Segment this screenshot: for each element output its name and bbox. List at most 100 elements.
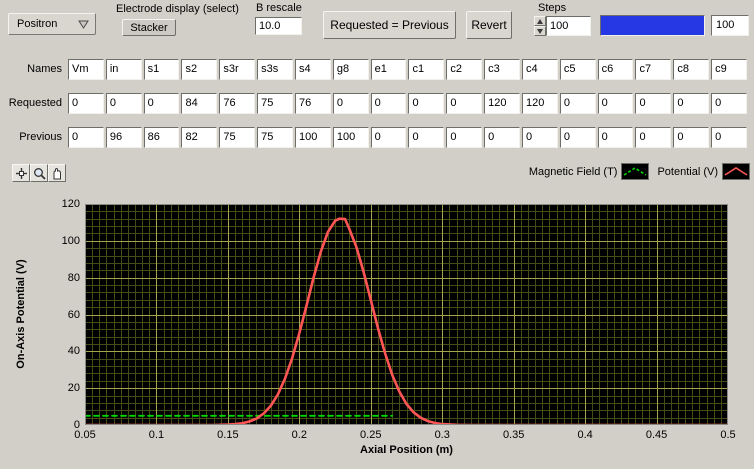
previous-cell: 0 <box>560 127 596 148</box>
previous-cell: 0 <box>446 127 482 148</box>
dropdown-arrow-icon <box>78 20 89 29</box>
plot-area[interactable] <box>85 204 728 425</box>
y-axis-title: On-Axis Potential (V) <box>15 239 27 389</box>
pan-tool-icon <box>51 167 64 180</box>
requested-cell[interactable]: 0 <box>333 93 369 114</box>
steps-label: Steps <box>538 2 566 14</box>
requested-cell[interactable]: 0 <box>598 93 634 114</box>
x-axis-tick-label: 0.4 <box>565 429 605 441</box>
name-cell[interactable]: g8 <box>333 59 369 80</box>
y-axis-tick-label: 40 <box>48 345 80 357</box>
requested-cell[interactable]: 0 <box>560 93 596 114</box>
previous-cell: 0 <box>484 127 520 148</box>
x-axis-tick-label: 0.1 <box>136 429 176 441</box>
name-cell[interactable]: c2 <box>446 59 482 80</box>
requested-cell[interactable]: 75 <box>257 93 293 114</box>
name-cell[interactable]: c8 <box>673 59 709 80</box>
name-cell[interactable]: c6 <box>598 59 634 80</box>
previous-cell: 96 <box>106 127 142 148</box>
legend-swatch-potential[interactable] <box>722 163 750 180</box>
requested-cell[interactable]: 0 <box>711 93 747 114</box>
spinner-down-icon <box>537 29 543 34</box>
previous-cell: 86 <box>144 127 180 148</box>
species-selector[interactable]: Positron <box>8 13 96 35</box>
name-cell[interactable]: s2 <box>181 59 217 80</box>
x-axis-tick-label: 0.5 <box>708 429 748 441</box>
name-cell[interactable]: s4 <box>295 59 331 80</box>
requested-equals-previous-button[interactable]: Requested = Previous <box>323 11 456 39</box>
name-cell[interactable]: Vm <box>68 59 104 80</box>
y-axis-tick-label: 0 <box>48 419 80 431</box>
name-cell[interactable]: c5 <box>560 59 596 80</box>
previous-cell: 0 <box>711 127 747 148</box>
steps-control <box>534 16 591 36</box>
progress-bar <box>600 15 705 36</box>
requested-cell[interactable]: 120 <box>484 93 520 114</box>
b-rescale-input[interactable] <box>256 18 304 34</box>
previous-cell: 0 <box>68 127 104 148</box>
previous-cell: 75 <box>219 127 255 148</box>
graph-tool-palette <box>12 164 66 182</box>
x-axis-tick-label: 0.3 <box>422 429 462 441</box>
requested-cell[interactable]: 84 <box>181 93 217 114</box>
legend-label-potential: Potential (V) <box>657 166 718 178</box>
requested-cell[interactable]: 76 <box>295 93 331 114</box>
y-axis-tick-label: 20 <box>48 382 80 394</box>
requested-cell[interactable]: 76 <box>219 93 255 114</box>
name-cell[interactable]: s1 <box>144 59 180 80</box>
requested-cell[interactable]: 0 <box>106 93 142 114</box>
steps-increment-button[interactable] <box>534 16 546 26</box>
name-cell[interactable]: s3s <box>257 59 293 80</box>
x-axis-tick-label: 0.2 <box>279 429 319 441</box>
spinner-up-icon <box>537 19 543 24</box>
name-cell[interactable]: e1 <box>371 59 407 80</box>
x-axis-title: Axial Position (m) <box>85 444 728 456</box>
progress-bar-fill <box>601 16 704 35</box>
y-axis-tick-label: 120 <box>48 198 80 210</box>
name-cell[interactable]: c9 <box>711 59 747 80</box>
previous-cell: 82 <box>181 127 217 148</box>
requested-cell[interactable]: 0 <box>673 93 709 114</box>
requested-cell[interactable]: 0 <box>446 93 482 114</box>
previous-cell: 0 <box>371 127 407 148</box>
graph-pan-tool-button[interactable] <box>48 164 66 182</box>
requested-cell[interactable]: 0 <box>144 93 180 114</box>
plot-legend: Magnetic Field (T) Potential (V) <box>529 163 750 180</box>
requested-cell[interactable]: 0 <box>635 93 671 114</box>
potential-line-icon <box>723 164 749 179</box>
zoom-tool-icon <box>33 167 46 180</box>
steps-input[interactable] <box>547 17 593 35</box>
requested-row-label: Requested <box>0 97 64 109</box>
legend-item-potential[interactable]: Potential (V) <box>657 163 750 180</box>
y-axis-tick-label: 100 <box>48 235 80 247</box>
revert-button[interactable]: Revert <box>466 11 512 39</box>
electrode-display-label: Electrode display (select) <box>116 3 239 15</box>
name-cell[interactable]: c7 <box>635 59 671 80</box>
b-rescale-label: B rescale <box>256 2 302 14</box>
previous-cell: 100 <box>295 127 331 148</box>
plot-line-potential <box>85 219 728 425</box>
steps-decrement-button[interactable] <box>534 26 546 36</box>
name-cell[interactable]: c1 <box>408 59 444 80</box>
requested-cell[interactable]: 120 <box>522 93 558 114</box>
graph-zoom-tool-button[interactable] <box>30 164 48 182</box>
y-axis-tick-label: 80 <box>48 272 80 284</box>
requested-cell[interactable]: 0 <box>408 93 444 114</box>
x-axis-tick-label: 0.35 <box>494 429 534 441</box>
name-cell[interactable]: c3 <box>484 59 520 80</box>
requested-cell[interactable]: 0 <box>371 93 407 114</box>
labview-front-panel: Positron Electrode display (select) Stac… <box>0 0 754 469</box>
x-axis-tick-label: 0.15 <box>208 429 248 441</box>
name-cell[interactable]: in <box>106 59 142 80</box>
requested-cell[interactable]: 0 <box>68 93 104 114</box>
previous-cell: 75 <box>257 127 293 148</box>
species-selector-value: Positron <box>17 18 57 30</box>
electrode-display-selector[interactable]: Stacker <box>122 19 176 36</box>
name-cell[interactable]: c4 <box>522 59 558 80</box>
graph-cursor-tool-button[interactable] <box>12 164 30 182</box>
legend-label-magnetic-field: Magnetic Field (T) <box>529 166 618 178</box>
legend-swatch-magnetic-field[interactable] <box>621 163 649 180</box>
names-row: Vmins1s2s3rs3ss4g8e1c1c2c3c4c5c6c7c8c9 <box>68 59 747 80</box>
legend-item-magnetic-field[interactable]: Magnetic Field (T) <box>529 163 650 180</box>
name-cell[interactable]: s3r <box>219 59 255 80</box>
